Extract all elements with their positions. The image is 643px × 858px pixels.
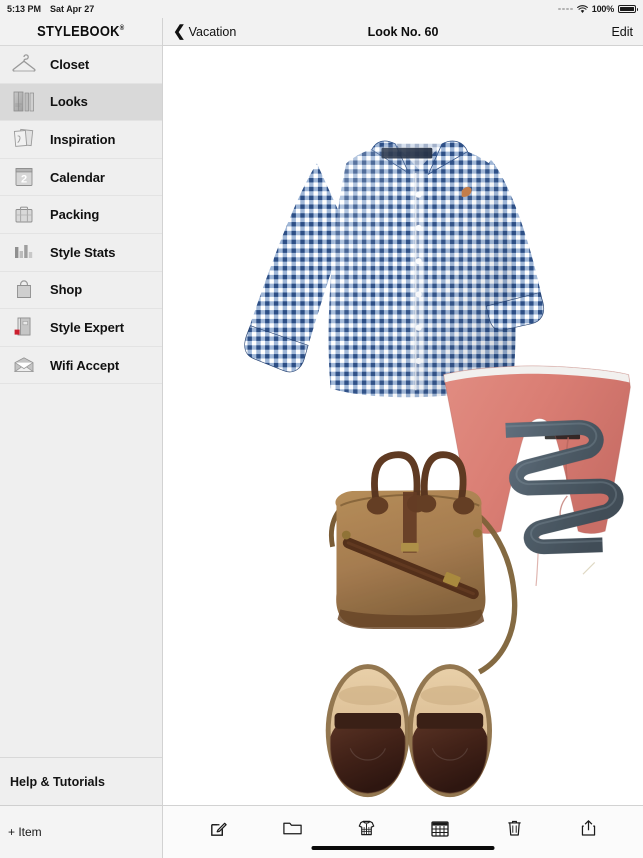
book-icon bbox=[9, 313, 39, 341]
sidebar: STYLEBOOK® Closet Looks Inspiration 2 Ca… bbox=[0, 18, 163, 858]
add-item-button[interactable]: + Item bbox=[0, 805, 162, 858]
status-bar: 5:13 PM Sat Apr 27 100% bbox=[0, 0, 643, 18]
look-composition bbox=[244, 135, 631, 798]
app-root: 5:13 PM Sat Apr 27 100% STYLEBOOK® Close… bbox=[0, 0, 643, 858]
bar-chart-icon bbox=[9, 238, 39, 266]
sidebar-item-label: Inspiration bbox=[50, 131, 116, 147]
sidebar-item-label: Shop bbox=[50, 282, 83, 298]
sidebar-item-label: Looks bbox=[50, 94, 88, 110]
folder-icon[interactable] bbox=[275, 815, 309, 841]
sidebar-item-wifi-accept[interactable]: Wifi Accept bbox=[0, 347, 162, 385]
compose-icon[interactable] bbox=[201, 815, 235, 841]
sidebar-item-label: Style Expert bbox=[50, 319, 124, 335]
hanger-icon bbox=[9, 50, 39, 78]
sidebar-item-label: Calendar bbox=[50, 169, 105, 185]
brand-text: STYLEBOOK bbox=[37, 23, 120, 40]
bottom-toolbar bbox=[163, 805, 643, 858]
sidebar-item-closet[interactable]: Closet bbox=[0, 46, 162, 84]
battery-full-icon bbox=[618, 4, 638, 14]
status-time: 5:13 PM bbox=[7, 4, 42, 14]
sidebar-item-label: Packing bbox=[50, 207, 100, 223]
wifi-icon bbox=[576, 4, 588, 14]
sidebar-item-looks[interactable]: Looks bbox=[0, 83, 162, 122]
sidebar-item-calendar[interactable]: 2 Calendar bbox=[0, 159, 162, 197]
brand-wordmark: STYLEBOOK® bbox=[37, 23, 124, 40]
grid-calendar-icon[interactable] bbox=[423, 815, 457, 841]
sidebar-item-style-expert[interactable]: Style Expert bbox=[0, 309, 162, 347]
notification-badge bbox=[14, 330, 20, 336]
brand-trademark: ® bbox=[119, 25, 125, 32]
sidebar-item-label: Wifi Accept bbox=[50, 357, 120, 373]
status-date: Sat Apr 27 bbox=[50, 4, 95, 14]
app-brand: STYLEBOOK® bbox=[0, 18, 162, 46]
share-icon[interactable] bbox=[571, 815, 605, 841]
look-item-shirt[interactable] bbox=[244, 135, 544, 398]
back-button[interactable]: ❮ Vacation bbox=[173, 24, 236, 39]
look-item-shoes[interactable] bbox=[325, 664, 493, 798]
help-and-tutorials-button[interactable]: Help & Tutorials bbox=[0, 757, 162, 805]
signal-dots-icon bbox=[558, 7, 573, 11]
sidebar-item-label: Closet bbox=[50, 56, 90, 72]
sidebar-item-shop[interactable]: Shop bbox=[0, 272, 162, 310]
shopping-bag-icon bbox=[9, 276, 39, 304]
sidebar-nav: Closet Looks Inspiration 2 Calendar Pack… bbox=[0, 46, 162, 757]
shirt-icon[interactable] bbox=[349, 815, 383, 841]
calendar-badge-number: 2 bbox=[21, 173, 27, 185]
back-button-label: Vacation bbox=[188, 24, 237, 39]
garments-icon bbox=[9, 88, 39, 116]
resize-handle-mark bbox=[582, 562, 596, 575]
sidebar-footer: Help & Tutorials + Item bbox=[0, 757, 162, 858]
calendar-icon: 2 bbox=[9, 163, 39, 191]
main-split: STYLEBOOK® Closet Looks Inspiration 2 Ca… bbox=[0, 18, 643, 858]
battery-percent: 100% bbox=[591, 4, 614, 14]
photos-icon bbox=[9, 125, 39, 153]
sidebar-item-inspiration[interactable]: Inspiration bbox=[0, 121, 162, 159]
chevron-left-icon: ❮ bbox=[173, 23, 186, 40]
status-right-cluster: 100% bbox=[558, 4, 638, 14]
trash-icon[interactable] bbox=[497, 815, 531, 841]
edit-button[interactable]: Edit bbox=[611, 25, 633, 39]
main-panel: ❮ Vacation Look No. 60 Edit bbox=[163, 18, 643, 858]
look-canvas[interactable] bbox=[163, 46, 643, 805]
navigation-bar: ❮ Vacation Look No. 60 Edit bbox=[163, 18, 643, 46]
suitcase-icon bbox=[9, 201, 39, 229]
sidebar-item-packing[interactable]: Packing bbox=[0, 196, 162, 234]
sidebar-item-style-stats[interactable]: Style Stats bbox=[0, 234, 162, 272]
sidebar-item-label: Style Stats bbox=[50, 244, 116, 260]
envelope-icon bbox=[9, 351, 39, 379]
home-indicator bbox=[311, 846, 495, 850]
